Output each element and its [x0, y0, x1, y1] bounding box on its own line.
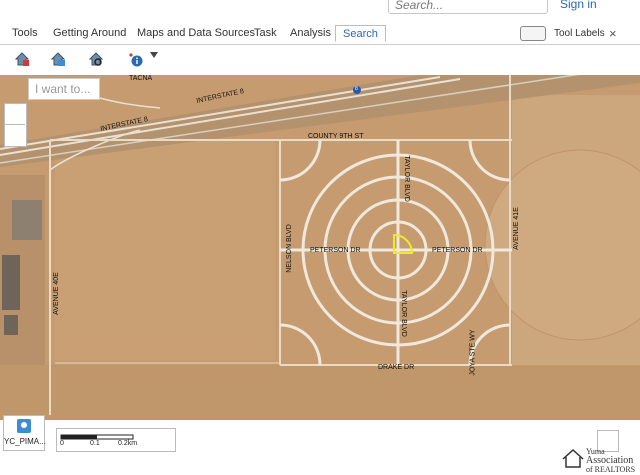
zoom-divider [4, 124, 25, 125]
house-layers-icon[interactable] [50, 51, 66, 67]
house-select-icon[interactable] [14, 51, 30, 67]
zoom-control[interactable] [4, 103, 27, 147]
label-peterson-right: PETERSON DR [432, 247, 483, 254]
house-logo-icon [562, 448, 584, 468]
tool-labels-label: Tool Labels [554, 28, 605, 39]
tab-search[interactable]: Search [335, 25, 386, 42]
label-nelson: NELSON BLVD [285, 224, 293, 273]
tab-tools[interactable]: Tools [12, 27, 38, 39]
top-bar: Search... Sign in [0, 0, 640, 24]
sign-in-link[interactable]: Sign in [560, 0, 597, 11]
label-interstate-top: INTERSTATE 8 [195, 88, 245, 105]
search-input[interactable]: Search... [388, 0, 548, 14]
tab-task[interactable]: Task [254, 27, 277, 39]
label-county-9th: COUNTY 9TH ST [308, 133, 364, 140]
label-taylor-top: TAYLOR BLVD [402, 155, 410, 202]
info-dropdown-arrow[interactable] [150, 52, 158, 58]
label-interstate-left: INTERSTATE 8 [99, 116, 149, 133]
scale-tick-0: 0 [60, 440, 64, 447]
tab-maps-and-data-sources[interactable]: Maps and Data Sources [137, 27, 255, 39]
layer-label: YC_PIMA... [4, 437, 46, 446]
close-icon[interactable]: × [609, 26, 617, 41]
label-taylor-bottom: TAYLOR BLVD [399, 290, 407, 337]
brand-logo: Yuma Association of REALTORS [562, 447, 636, 474]
toolbar [0, 45, 640, 75]
label-shield: 8 [355, 86, 358, 92]
i-want-to-dropdown[interactable]: I want to... [28, 78, 100, 100]
house-search-icon[interactable] [88, 51, 104, 67]
brand-line-3: of REALTORS [586, 465, 636, 474]
tab-analysis[interactable]: Analysis [290, 27, 331, 39]
map-view[interactable]: TACNA INTERSTATE 8 INTERSTATE 8 COUNTY 9… [0, 75, 640, 420]
tool-labels-toggle[interactable] [520, 26, 546, 41]
label-drake: DRAKE DR [378, 364, 415, 371]
label-tacna: TACNA [129, 75, 153, 82]
label-avenue-41e: AVENUE 41E [512, 207, 520, 250]
scale-tick-2: 0.2km [118, 440, 138, 447]
scale-bar-graphic [60, 434, 134, 440]
scale-bar [56, 428, 176, 452]
brand-line-2: Association [586, 455, 634, 466]
tab-getting-around[interactable]: Getting Around [53, 27, 126, 39]
scale-tick-1: 0.1 [90, 440, 100, 447]
map-labels: TACNA INTERSTATE 8 INTERSTATE 8 COUNTY 9… [0, 75, 640, 420]
map-pin-icon [17, 419, 31, 433]
label-avenue-40e: AVENUE 40E [52, 272, 60, 315]
label-joyaste: JOYA STE WY [469, 329, 477, 376]
info-icon[interactable] [127, 51, 143, 67]
label-peterson-left: PETERSON DR [310, 247, 361, 254]
